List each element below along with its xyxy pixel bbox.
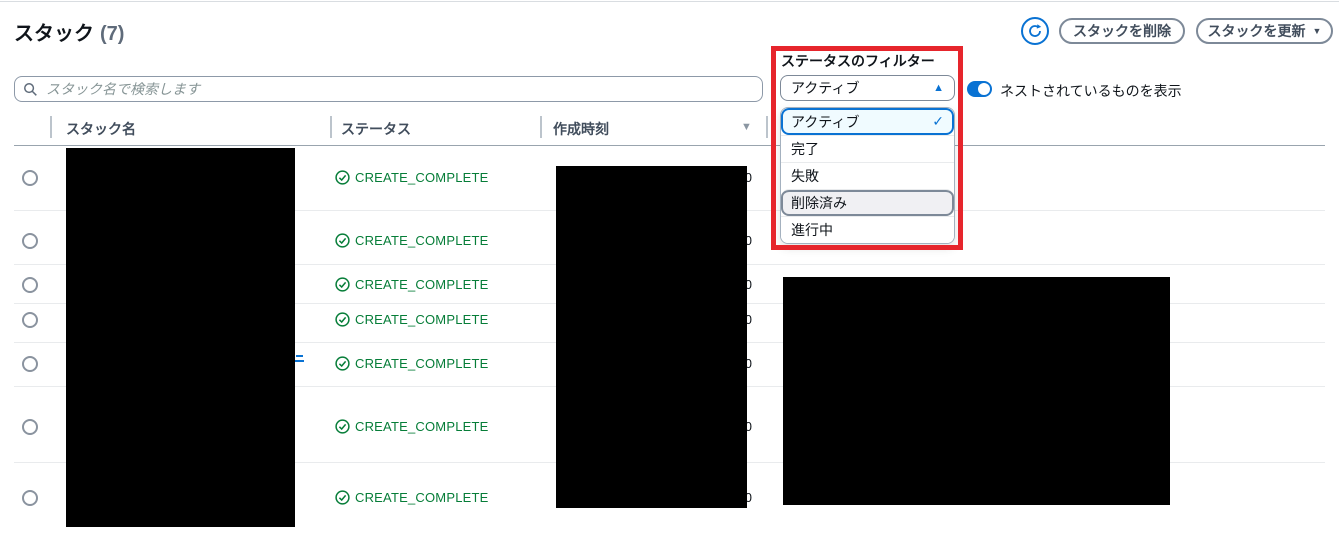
row-radio-button[interactable] xyxy=(22,419,38,435)
created-time-fragment: 0 xyxy=(747,233,752,248)
option-label: アクティブ xyxy=(791,113,860,130)
redaction-box-created-times xyxy=(556,166,747,508)
stack-status-cell: CREATE_COMPLETE xyxy=(335,356,489,371)
row-radio-button[interactable] xyxy=(22,312,38,328)
stack-status-text: CREATE_COMPLETE xyxy=(355,312,489,327)
delete-stack-label: スタックを削除 xyxy=(1073,23,1171,39)
created-time-fragment: 0 xyxy=(747,277,752,292)
success-check-icon xyxy=(335,419,350,434)
show-nested-toggle[interactable] xyxy=(967,81,992,97)
stack-count-badge: (7) xyxy=(100,23,125,45)
toggle-knob xyxy=(978,83,990,95)
column-header-stack-name[interactable]: スタック名 xyxy=(66,119,136,139)
option-label: 完了 xyxy=(791,141,819,157)
status-filter-value: アクティブ xyxy=(791,80,860,96)
stack-status-cell: CREATE_COMPLETE xyxy=(335,277,489,292)
column-divider xyxy=(540,116,542,138)
stack-status-text: CREATE_COMPLETE xyxy=(355,490,489,505)
column-divider xyxy=(50,116,52,138)
page-title-text: スタック xyxy=(14,23,94,45)
sort-descending-icon[interactable]: ▼ xyxy=(741,121,752,133)
stack-status-cell: CREATE_COMPLETE xyxy=(335,233,489,248)
refresh-icon xyxy=(1027,23,1043,39)
delete-stack-button[interactable]: スタックを削除 xyxy=(1059,18,1185,44)
stack-status-text: CREATE_COMPLETE xyxy=(355,170,489,185)
status-filter-select[interactable]: アクティブ ▲ xyxy=(780,75,955,101)
option-label: 削除済み xyxy=(791,195,847,211)
redaction-box-right xyxy=(783,277,1170,505)
redaction-box-stack-names xyxy=(66,148,295,527)
column-header-created-time[interactable]: 作成時刻 xyxy=(553,119,609,139)
success-check-icon xyxy=(335,490,350,505)
dropdown-option-in-progress[interactable]: 進行中 xyxy=(781,216,954,243)
top-divider xyxy=(0,1,1339,2)
stack-status-text: CREATE_COMPLETE xyxy=(355,356,489,371)
row-radio-button[interactable] xyxy=(22,233,38,249)
success-check-icon xyxy=(335,312,350,327)
update-stack-button[interactable]: スタックを更新 ▼ xyxy=(1196,18,1333,44)
update-stack-label: スタックを更新 xyxy=(1207,23,1306,39)
option-label: 失敗 xyxy=(791,168,819,184)
column-divider xyxy=(330,116,332,138)
success-check-icon xyxy=(335,233,350,248)
show-nested-toggle-label: ネストされているものを表示 xyxy=(1000,83,1182,99)
created-time-fragment: 0 xyxy=(747,312,752,327)
chevron-up-icon: ▲ xyxy=(933,82,944,94)
option-label: 進行中 xyxy=(791,222,833,238)
stack-status-cell: CREATE_COMPLETE xyxy=(335,490,489,505)
stack-status-cell: CREATE_COMPLETE xyxy=(335,419,489,434)
row-radio-button[interactable] xyxy=(22,490,38,506)
search-input[interactable] xyxy=(46,81,754,97)
header-underline xyxy=(14,145,1325,146)
success-check-icon xyxy=(335,170,350,185)
row-radio-button[interactable] xyxy=(22,170,38,186)
created-time-fragment: 0 xyxy=(747,356,752,371)
stack-status-cell: CREATE_COMPLETE xyxy=(335,312,489,327)
redacted-stack-link-fragment[interactable] xyxy=(296,355,303,357)
page-title: スタック (7) xyxy=(14,17,124,46)
dropdown-option-active[interactable]: アクティブ ✓ xyxy=(781,108,954,135)
created-time-fragment: 0 xyxy=(747,419,752,434)
created-time-fragment: 0 xyxy=(747,490,752,505)
row-radio-button[interactable] xyxy=(22,356,38,372)
status-filter-dropdown: アクティブ ✓ 完了 失敗 削除済み 進行中 xyxy=(780,107,955,244)
stack-status-text: CREATE_COMPLETE xyxy=(355,419,489,434)
column-header-status[interactable]: ステータス xyxy=(341,119,411,139)
chevron-down-icon: ▼ xyxy=(1312,25,1322,36)
status-filter-label: ステータスのフィルター xyxy=(781,53,935,69)
check-icon: ✓ xyxy=(932,113,944,129)
success-check-icon xyxy=(335,277,350,292)
dropdown-option-complete[interactable]: 完了 xyxy=(781,135,954,162)
stack-search-field xyxy=(14,76,763,102)
row-radio-button[interactable] xyxy=(22,277,38,293)
redacted-stack-link-fragment[interactable] xyxy=(295,360,304,362)
column-divider xyxy=(766,116,768,138)
stack-status-text: CREATE_COMPLETE xyxy=(355,233,489,248)
cloudformation-stacks-page: スタック (7) スタックを削除 スタックを更新 ▼ ステータスのフィルター アクテ… xyxy=(0,0,1339,544)
dropdown-option-deleted[interactable]: 削除済み xyxy=(781,189,954,216)
created-time-fragment: 0 xyxy=(747,170,752,185)
stack-status-cell: CREATE_COMPLETE xyxy=(335,170,489,185)
search-icon xyxy=(23,82,38,97)
refresh-button[interactable] xyxy=(1021,17,1049,45)
dropdown-option-failed[interactable]: 失敗 xyxy=(781,162,954,189)
stack-status-text: CREATE_COMPLETE xyxy=(355,277,489,292)
success-check-icon xyxy=(335,356,350,371)
